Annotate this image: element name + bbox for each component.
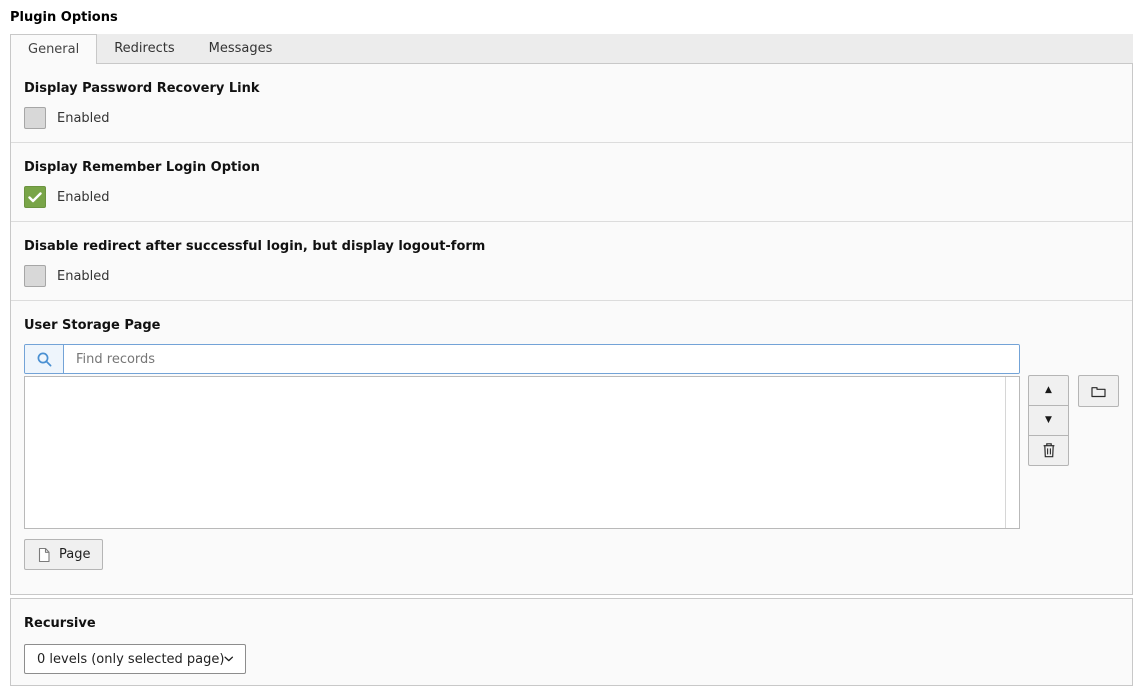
- record-search: [24, 344, 1020, 374]
- remember-login-checkbox[interactable]: [24, 186, 46, 208]
- folder-icon: [1090, 384, 1107, 399]
- field-disable-redirect: Disable redirect after successful login,…: [11, 222, 1132, 301]
- record-order-button-group: ▲ ▼: [1028, 375, 1069, 466]
- page-title: Plugin Options: [10, 10, 1133, 25]
- field-label: Disable redirect after successful login,…: [24, 239, 1119, 254]
- search-addon: [25, 345, 64, 373]
- disable-redirect-checkbox[interactable]: [24, 265, 46, 287]
- add-page-record-button[interactable]: Page: [24, 539, 103, 570]
- move-up-button[interactable]: ▲: [1028, 375, 1069, 406]
- checkbox-label: Enabled: [57, 111, 110, 126]
- recursive-selected-value: 0 levels (only selected page): [37, 652, 224, 667]
- field-remember-login: Display Remember Login Option Enabled: [11, 143, 1132, 222]
- field-password-recovery: Display Password Recovery Link Enabled: [11, 64, 1132, 143]
- field-user-storage-page: User Storage Page: [11, 301, 1132, 594]
- browse-records-button[interactable]: [1078, 375, 1119, 407]
- checkbox-label: Enabled: [57, 190, 110, 205]
- search-input[interactable]: [64, 345, 1019, 373]
- field-label: User Storage Page: [24, 318, 1119, 333]
- general-tab-panel: Display Password Recovery Link Enabled D…: [10, 63, 1133, 595]
- checkbox-row: Enabled: [24, 107, 1119, 129]
- checkbox-label: Enabled: [57, 269, 110, 284]
- page-icon: [37, 547, 51, 563]
- move-down-button[interactable]: ▼: [1028, 405, 1069, 436]
- trash-icon: [1041, 442, 1057, 459]
- field-label: Display Password Recovery Link: [24, 81, 1119, 96]
- checkmark-icon: [28, 192, 42, 203]
- checkbox-row: Enabled: [24, 186, 1119, 208]
- record-selector-main: Page: [24, 344, 1020, 570]
- chevron-down-icon: [224, 655, 234, 663]
- arrow-up-icon: ▲: [1045, 386, 1052, 395]
- tab-general[interactable]: General: [10, 34, 97, 64]
- record-selector: Page ▲ ▼: [24, 344, 1119, 570]
- recursive-select[interactable]: 0 levels (only selected page): [24, 644, 246, 674]
- recursive-panel: Recursive 0 levels (only selected page): [10, 598, 1133, 686]
- record-selector-controls: ▲ ▼: [1028, 375, 1119, 466]
- tab-bar: General Redirects Messages: [10, 34, 1133, 63]
- field-recursive: Recursive 0 levels (only selected page): [11, 599, 1132, 685]
- add-page-record-label: Page: [59, 547, 90, 562]
- arrow-down-icon: ▼: [1045, 416, 1052, 425]
- field-label: Recursive: [24, 616, 1119, 631]
- checkbox-row: Enabled: [24, 265, 1119, 287]
- tab-redirects[interactable]: Redirects: [97, 34, 191, 63]
- search-icon: [36, 351, 53, 368]
- plugin-options-form: Plugin Options General Redirects Message…: [0, 0, 1141, 686]
- field-label: Display Remember Login Option: [24, 160, 1119, 175]
- tab-messages[interactable]: Messages: [192, 34, 290, 63]
- selected-records-listbox[interactable]: [24, 376, 1020, 529]
- delete-record-button[interactable]: [1028, 435, 1069, 466]
- password-recovery-checkbox[interactable]: [24, 107, 46, 129]
